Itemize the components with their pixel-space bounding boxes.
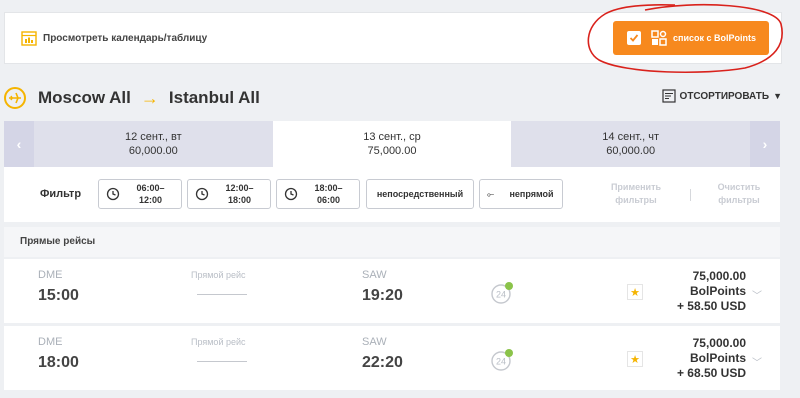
svg-text:24: 24 [496,357,506,367]
chevron-down-icon[interactable]: ﹀ [752,287,762,302]
indirect-filter[interactable]: ⟜ непрямой [479,179,563,209]
arrow-right-icon: → [140,87,159,108]
filter-bar: Фильтр 06:00– 12:00 12:00– 18:00 18:00– … [4,167,780,222]
departure-airport: DME [38,269,63,281]
sort-dropdown[interactable]: ОТСОРТИРОВАТЬ ▼ [661,89,782,103]
route-header: Moscow All → Istanbul All ОТСОРТИРОВАТЬ … [4,84,782,112]
apply-filters-button[interactable]: Применить фильтры [602,181,670,207]
date-price: 60,000.00 [128,145,178,157]
date-label: 13 сент., ср [363,131,421,143]
flight-row[interactable]: DME 18:00 Прямой рейс SAW 22:20 24 ★ 75,… [4,326,780,390]
date-option-selected[interactable]: 13 сент., ср 75,000.00 [272,121,512,167]
star-icon[interactable]: ★ [627,284,643,300]
arrival-time: 19:20 [362,287,403,304]
calendar-link[interactable]: Просмотреть календарь/таблицу [21,30,207,46]
clear-filters-button[interactable]: Очистить фильтры [704,181,774,207]
route-line [197,294,247,295]
date-label: 12 сент., вт [125,131,182,143]
clock-icon [195,187,209,201]
divider [690,189,691,201]
price-currency: BolPoints [690,284,746,298]
time-filter-evening[interactable]: 18:00– 06:00 [276,179,360,209]
date-selector: ‹ 12 сент., вт 60,000.00 13 сент., ср 75… [4,121,781,167]
bolpoints-list-button[interactable]: список с BolPoints [613,21,769,55]
time-filter-morning[interactable]: 06:00– 12:00 [98,179,182,209]
arrival-airport: SAW [362,269,387,281]
direct-filter-label: непосредственный [376,189,464,199]
flight-type: Прямой рейс [191,337,246,347]
svg-text:24: 24 [496,290,506,300]
chevron-left-icon: ‹ [16,136,22,152]
prev-date-button[interactable]: ‹ [4,121,34,167]
indirect-filter-label: непрямой [509,189,554,199]
flight-type: Прямой рейс [191,270,246,280]
clock-icon [284,187,298,201]
time-filter-label: 12:00– 18:00 [225,183,254,205]
date-option[interactable]: 14 сент., чт 60,000.00 [511,121,750,167]
arrival-time: 22:20 [362,354,403,371]
route-dots-icon: ⟜ [487,189,495,199]
sort-icon [661,89,676,103]
calendar-link-label: Просмотреть календарь/таблицу [43,32,208,44]
sort-label: ОТСОРТИРОВАТЬ [679,90,770,102]
destination-city: Istanbul All [168,88,260,107]
chevron-down-icon: ▼ [773,91,782,101]
clock-icon [106,187,120,201]
chevron-down-icon[interactable]: ﹀ [752,354,762,369]
24h-icon: 24 [491,349,513,371]
calendar-icon [21,31,37,46]
star-icon[interactable]: ★ [627,351,643,367]
24h-icon: 24 [491,282,513,304]
origin-city: Moscow All [38,88,131,107]
price-currency: BolPoints [690,351,746,365]
time-filter-afternoon[interactable]: 12:00– 18:00 [187,179,271,209]
price-amount: 75,000.00 [692,336,746,350]
time-filter-label: 18:00– 06:00 [314,183,343,205]
route-line [197,361,247,362]
price-block: 75,000.00 BolPoints + 68.50 USD [654,336,746,381]
departure-time: 18:00 [38,354,79,371]
direct-filter[interactable]: непосредственный [366,179,474,209]
date-option[interactable]: 12 сент., вт 60,000.00 [34,121,273,167]
date-label: 14 сент., чт [602,131,660,143]
price-block: 75,000.00 BolPoints + 58.50 USD [654,269,746,314]
bolpoints-logo-icon [651,30,667,46]
checkbox-checked-icon[interactable] [627,31,641,45]
section-title: Прямые рейсы [4,227,780,257]
date-price: 60,000.00 [606,145,656,157]
price-extra: + 68.50 USD [676,366,746,380]
departure-time: 15:00 [38,287,79,304]
plane-icon [4,87,26,109]
flight-row[interactable]: DME 15:00 Прямой рейс SAW 19:20 24 ★ 75,… [4,259,780,323]
arrival-airport: SAW [362,336,387,348]
date-price: 75,000.00 [367,145,417,157]
top-bar: Просмотреть календарь/таблицу список с B… [4,12,782,64]
price-amount: 75,000.00 [692,269,746,283]
filter-label: Фильтр [40,188,82,200]
chevron-right-icon: › [762,136,768,152]
time-filter-label: 06:00– 12:00 [136,183,165,205]
next-date-button[interactable]: › [750,121,781,167]
departure-airport: DME [38,336,63,348]
price-extra: + 58.50 USD [676,299,746,313]
bolpoints-button-label: список с BolPoints [673,33,756,43]
